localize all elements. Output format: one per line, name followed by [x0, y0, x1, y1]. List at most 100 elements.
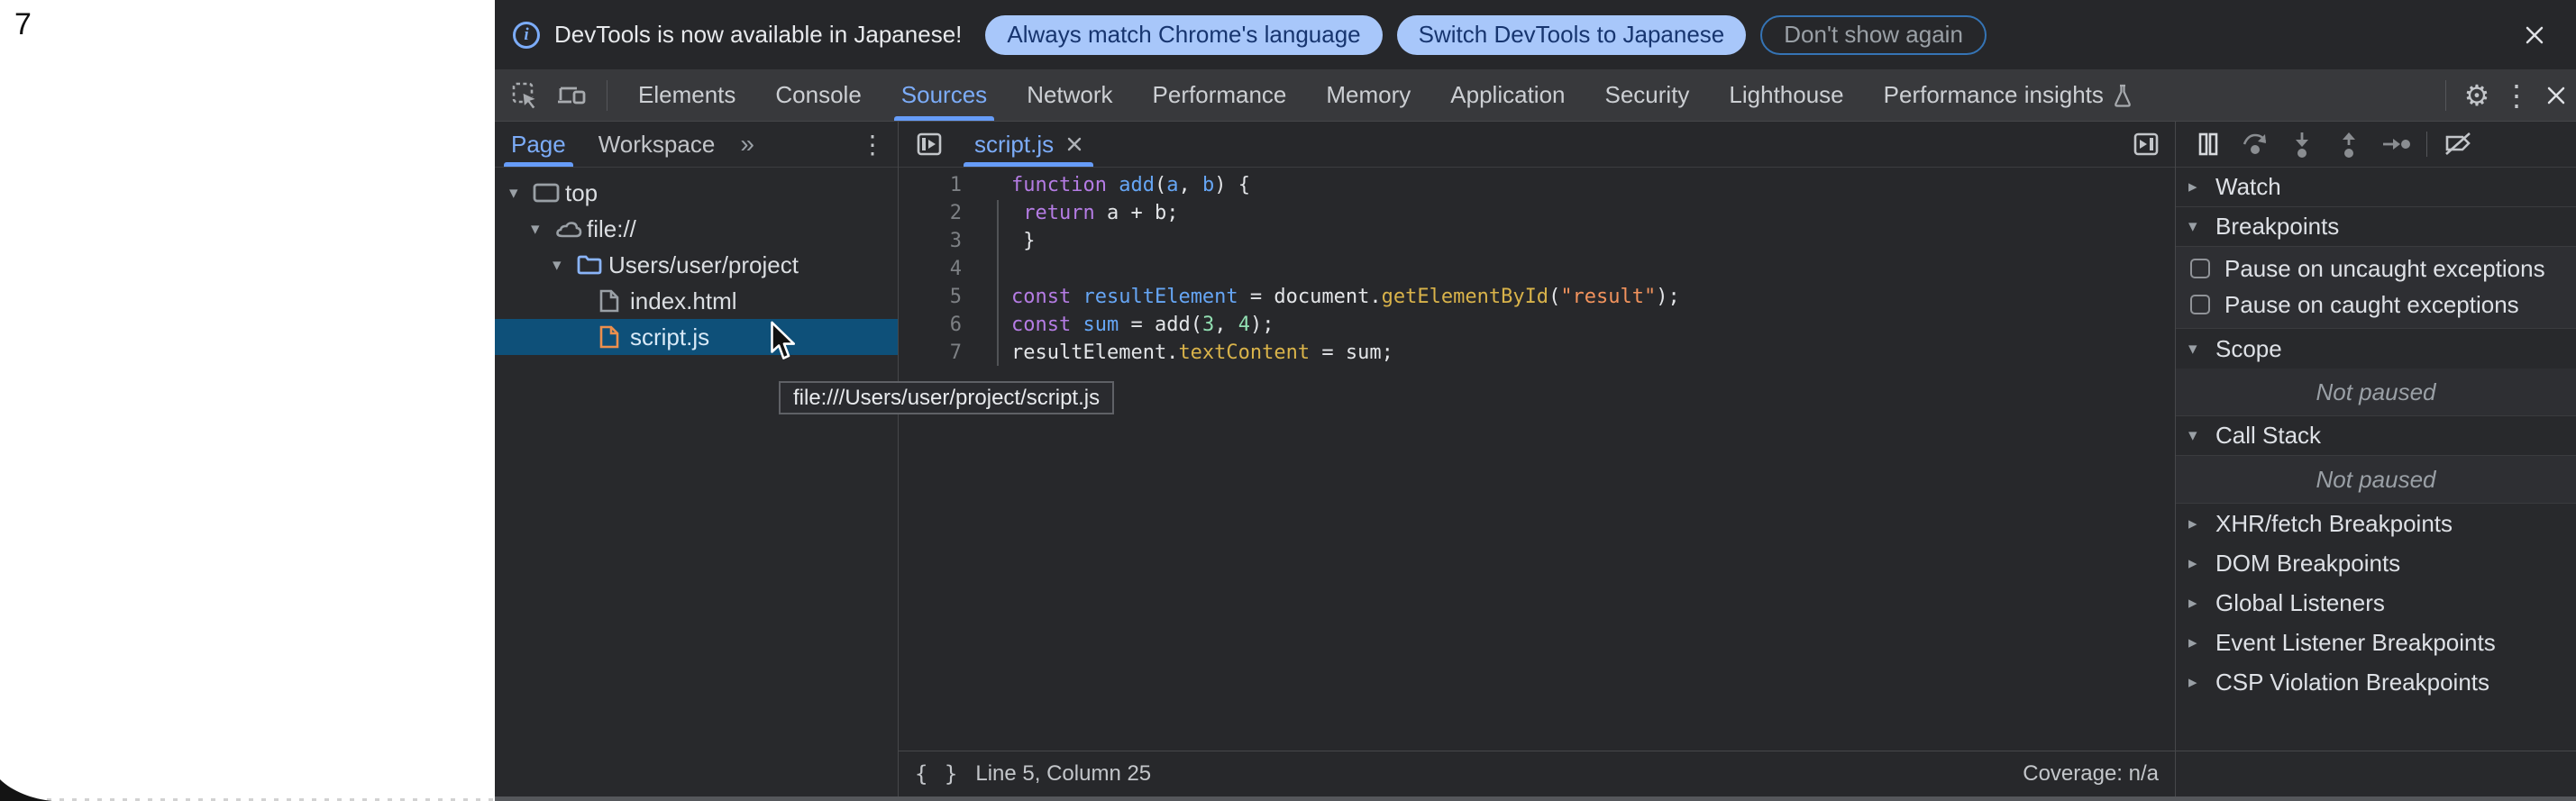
device-toolbar-icon[interactable]	[553, 76, 592, 115]
code-line: 5 const resultElement = document.getElem…	[899, 283, 2175, 311]
tab-console[interactable]: Console	[755, 69, 881, 121]
chevron-right-icon[interactable]: ▸	[2188, 177, 2215, 197]
scope-content: Not paused	[2176, 369, 2576, 416]
call-stack-not-paused: Not paused	[2176, 456, 2576, 503]
checkbox-unchecked[interactable]	[2190, 259, 2210, 278]
section-call-stack[interactable]: ▾ Call Stack	[2176, 416, 2576, 456]
js-file-icon	[598, 324, 630, 350]
devtools-close-icon[interactable]	[2536, 76, 2576, 115]
infobar-close-icon[interactable]	[2515, 15, 2554, 55]
tab-lighthouse[interactable]: Lighthouse	[1709, 69, 1863, 121]
show-debugger-sidebar-icon[interactable]	[2126, 124, 2166, 164]
section-watch[interactable]: ▸ Watch	[2176, 168, 2576, 207]
chevron-right-icon[interactable]: ▸	[2188, 514, 2215, 534]
language-infobar: i DevTools is now available in Japanese!…	[495, 0, 2576, 69]
tab-performance-insights[interactable]: Performance insights	[1864, 69, 2152, 121]
code-editor[interactable]: 1 function add(a, b) { 2 return a + b; 3…	[899, 168, 2175, 751]
navigator-tabbar: Page Workspace » ⋮	[495, 122, 898, 168]
sidebar-bottom-strip	[2176, 751, 2576, 796]
tab-network[interactable]: Network	[1007, 69, 1132, 121]
file-tree: ▾ top ▾ file:// ▾	[495, 168, 898, 796]
tree-item-top[interactable]: ▾ top	[495, 175, 898, 211]
cloud-icon	[554, 218, 587, 240]
kebab-menu-icon[interactable]: ⋮	[2497, 76, 2536, 115]
section-event-listener-breakpoints[interactable]: ▸ Event Listener Breakpoints	[2176, 623, 2576, 662]
tree-item-script-js[interactable]: script.js	[495, 319, 898, 355]
folder-icon	[576, 254, 608, 276]
tab-sources[interactable]: Sources	[882, 69, 1007, 121]
hide-navigator-icon[interactable]	[909, 124, 949, 164]
chevron-down-icon[interactable]: ▾	[531, 219, 554, 240]
code-line: 4	[899, 255, 2175, 283]
chevron-right-icon[interactable]: ▸	[2188, 672, 2215, 693]
code-line: 3 }	[899, 227, 2175, 255]
scope-not-paused: Not paused	[2176, 369, 2576, 415]
cursor-position: Line 5, Column 25	[975, 761, 1151, 787]
file-tab-script-js[interactable]: script.js	[958, 122, 1099, 167]
chevron-down-icon[interactable]: ▾	[509, 183, 533, 204]
close-tab-icon[interactable]	[1066, 136, 1082, 152]
tree-item-project-folder[interactable]: ▾ Users/user/project	[495, 247, 898, 283]
section-dom-breakpoints[interactable]: ▸ DOM Breakpoints	[2176, 543, 2576, 583]
mouse-cursor	[768, 321, 797, 362]
gutter-guide-line	[997, 200, 999, 366]
navigator-tab-workspace[interactable]: Workspace	[582, 122, 732, 167]
step-into-icon[interactable]	[2279, 124, 2325, 164]
section-breakpoints[interactable]: ▾ Breakpoints	[2176, 207, 2576, 247]
chevron-right-icon[interactable]: ▸	[2188, 553, 2215, 574]
pause-caught-row[interactable]: Pause on caught exceptions	[2176, 287, 2576, 323]
inspect-element-icon[interactable]	[506, 76, 545, 115]
page-result-text: 7	[14, 7, 32, 42]
navigator-kebab-icon[interactable]: ⋮	[860, 130, 885, 159]
chevron-down-icon[interactable]: ▾	[553, 255, 576, 276]
debugger-toolbar	[2176, 122, 2576, 168]
step-icon[interactable]	[2372, 124, 2419, 164]
info-icon: i	[513, 22, 540, 49]
code-line: 2 return a + b;	[899, 199, 2175, 227]
code-line: 7 resultElement.textContent = sum;	[899, 339, 2175, 367]
editor-panel: script.js	[899, 122, 2175, 796]
infobar-message: DevTools is now available in Japanese!	[554, 21, 962, 49]
dont-show-again-button[interactable]: Don't show again	[1760, 15, 1987, 55]
partial-cursor	[0, 779, 52, 801]
file-icon	[598, 288, 630, 314]
debugger-sidebar: ▸ Watch ▾ Breakpoints Pause on uncaught …	[2175, 122, 2576, 796]
checkbox-unchecked[interactable]	[2190, 295, 2210, 314]
switch-to-japanese-button[interactable]: Switch DevTools to Japanese	[1397, 15, 1747, 55]
editor-tabbar: script.js	[899, 122, 2175, 168]
tree-item-index-html[interactable]: index.html	[495, 283, 898, 319]
pause-script-icon[interactable]	[2185, 124, 2232, 164]
always-match-language-button[interactable]: Always match Chrome's language	[985, 15, 1382, 55]
pretty-print-icon[interactable]: { }	[915, 761, 959, 787]
chevron-down-icon[interactable]: ▾	[2188, 339, 2215, 360]
screen: 7 i DevTools is now available in Japanes…	[0, 0, 2576, 801]
tab-application[interactable]: Application	[1430, 69, 1585, 121]
step-over-icon[interactable]	[2232, 124, 2279, 164]
chevron-right-icon[interactable]: ▸	[2188, 593, 2215, 614]
tab-performance[interactable]: Performance	[1133, 69, 1307, 121]
chevron-down-icon[interactable]: ▾	[2188, 216, 2215, 237]
devtools-tabbar: Elements Console Sources Network Perform…	[495, 69, 2576, 122]
section-scope[interactable]: ▾ Scope	[2176, 329, 2576, 369]
divider	[2445, 80, 2446, 111]
section-global-listeners[interactable]: ▸ Global Listeners	[2176, 583, 2576, 623]
tab-elements[interactable]: Elements	[618, 69, 755, 121]
section-xhr-breakpoints[interactable]: ▸ XHR/fetch Breakpoints	[2176, 504, 2576, 543]
devtools-window: i DevTools is now available in Japanese!…	[495, 0, 2576, 801]
more-tabs-icon[interactable]: »	[731, 130, 763, 159]
flask-icon	[2113, 83, 2133, 108]
pause-uncaught-row[interactable]: Pause on uncaught exceptions	[2176, 250, 2576, 287]
settings-gear-icon[interactable]: ⚙	[2457, 76, 2497, 115]
tab-security[interactable]: Security	[1585, 69, 1710, 121]
file-path-tooltip: file:///Users/user/project/script.js	[779, 381, 1114, 414]
deactivate-breakpoints-icon[interactable]	[2434, 124, 2481, 164]
sources-navigator-panel: Page Workspace » ⋮ ▾ top	[495, 122, 899, 796]
section-csp-violation-breakpoints[interactable]: ▸ CSP Violation Breakpoints	[2176, 662, 2576, 702]
step-out-icon[interactable]	[2325, 124, 2372, 164]
chevron-down-icon[interactable]: ▾	[2188, 425, 2215, 446]
navigator-tab-page[interactable]: Page	[495, 122, 582, 167]
tab-memory[interactable]: Memory	[1306, 69, 1430, 121]
tree-item-file-protocol[interactable]: ▾ file://	[495, 211, 898, 247]
chevron-right-icon[interactable]: ▸	[2188, 633, 2215, 653]
code-line: 1 function add(a, b) {	[899, 171, 2175, 199]
